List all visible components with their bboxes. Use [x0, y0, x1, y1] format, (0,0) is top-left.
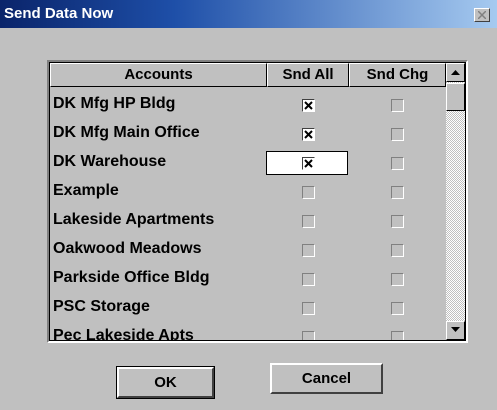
check-mark-icon — [304, 101, 313, 110]
account-name: Example — [53, 182, 119, 199]
close-button[interactable] — [474, 8, 490, 22]
title-bar[interactable]: Send Data Now — [0, 0, 497, 28]
snd-all-checkbox[interactable] — [302, 215, 315, 228]
snd-all-checkbox[interactable] — [302, 244, 315, 257]
snd-all-checkbox[interactable] — [302, 157, 315, 170]
scroll-thumb[interactable] — [446, 83, 465, 111]
snd-chg-checkbox[interactable] — [391, 331, 404, 340]
snd-chg-checkbox[interactable] — [391, 186, 404, 199]
ok-button[interactable]: OK — [116, 366, 215, 399]
snd-all-checkbox[interactable] — [302, 186, 315, 199]
snd-chg-checkbox[interactable] — [391, 302, 404, 315]
column-header-snd-chg[interactable]: Snd Chg — [349, 63, 446, 87]
account-name: Lakeside Apartments — [53, 211, 215, 228]
table-row[interactable]: DK Warehouse — [50, 149, 445, 178]
account-name: DK Mfg Main Office — [53, 124, 200, 141]
check-mark-icon — [304, 159, 313, 168]
snd-chg-checkbox[interactable] — [391, 99, 404, 112]
column-header-snd-all[interactable]: Snd All — [267, 63, 349, 87]
snd-chg-checkbox[interactable] — [391, 244, 404, 257]
snd-all-checkbox[interactable] — [302, 273, 315, 286]
account-name: DK Warehouse — [53, 153, 167, 170]
window-title: Send Data Now — [4, 5, 114, 22]
accounts-grid: Accounts Snd All Snd Chg DK Mfg HP Bldg … — [47, 60, 468, 343]
table-row[interactable]: Lakeside Apartments — [50, 207, 445, 236]
table-row[interactable]: DK Mfg Main Office — [50, 120, 445, 149]
table-row[interactable]: Parkside Office Bldg — [50, 265, 445, 294]
snd-chg-checkbox[interactable] — [391, 215, 404, 228]
account-name: DK Mfg HP Bldg — [53, 95, 176, 112]
snd-all-checkbox[interactable] — [302, 128, 315, 141]
snd-all-checkbox[interactable] — [302, 99, 315, 112]
account-name: Parkside Office Bldg — [53, 269, 210, 286]
account-name: Pec Lakeside Apts — [53, 327, 194, 340]
snd-all-checkbox[interactable] — [302, 302, 315, 315]
snd-chg-checkbox[interactable] — [391, 128, 404, 141]
cancel-button[interactable]: Cancel — [270, 363, 383, 394]
scroll-up-button[interactable] — [446, 63, 465, 82]
vertical-scrollbar[interactable] — [446, 63, 465, 340]
account-name: Oakwood Meadows — [53, 240, 202, 257]
table-row[interactable]: Example — [50, 178, 445, 207]
column-header-accounts[interactable]: Accounts — [50, 63, 267, 87]
accounts-grid-body: Accounts Snd All Snd Chg DK Mfg HP Bldg … — [50, 63, 465, 340]
account-name: PSC Storage — [53, 298, 150, 315]
table-row[interactable]: DK Mfg HP Bldg — [50, 91, 445, 120]
send-data-dialog: Send Data Now Accounts Snd All Snd Chg D… — [0, 0, 497, 410]
snd-all-checkbox[interactable] — [302, 331, 315, 340]
snd-chg-checkbox[interactable] — [391, 273, 404, 286]
table-row[interactable]: Pec Lakeside Apts — [50, 323, 445, 340]
check-mark-icon — [304, 130, 313, 139]
table-row[interactable]: Oakwood Meadows — [50, 236, 445, 265]
scroll-down-button[interactable] — [446, 321, 465, 340]
table-row[interactable]: PSC Storage — [50, 294, 445, 323]
snd-chg-checkbox[interactable] — [391, 157, 404, 170]
